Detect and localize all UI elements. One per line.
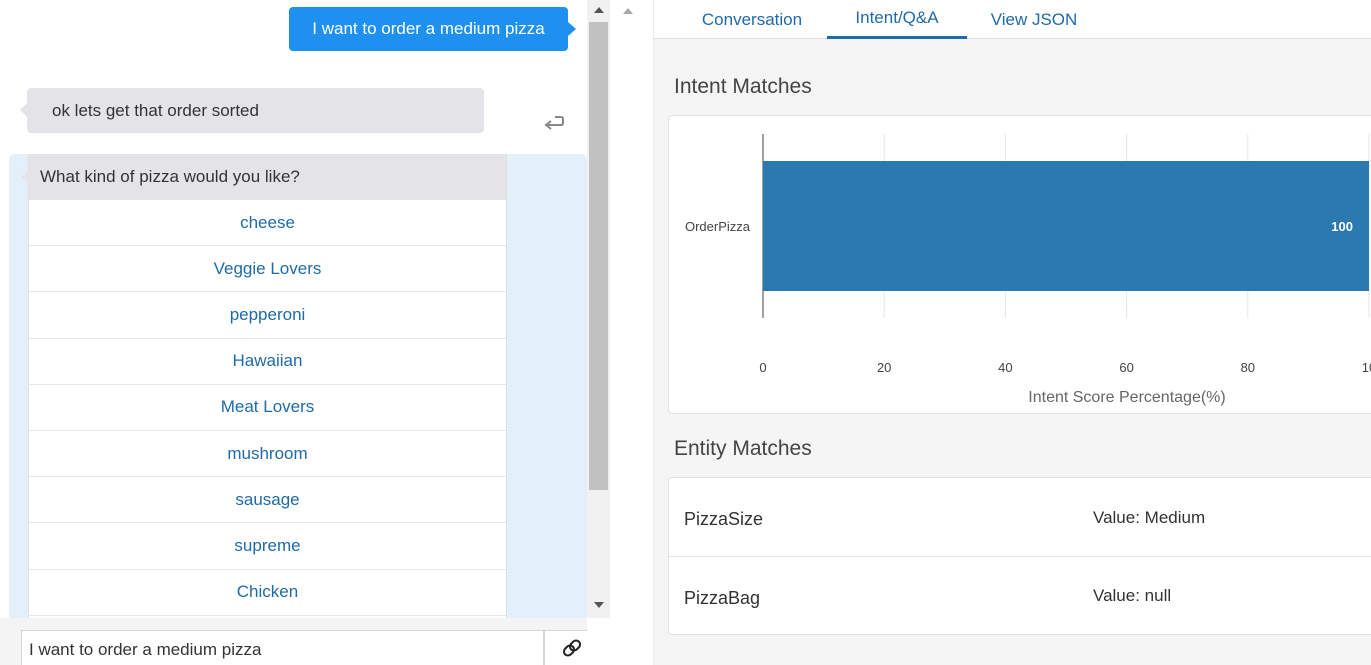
x-tick-label: 80 [1241, 360, 1255, 375]
x-tick-label: 60 [1119, 360, 1133, 375]
intent-matches-title: Intent Matches [674, 75, 812, 98]
entity-name: PizzaBag [684, 588, 761, 608]
arrow-down-icon[interactable] [587, 596, 610, 614]
link-icon [561, 637, 583, 664]
app-root: I want to order a medium pizza ok lets g… [0, 0, 1371, 665]
choice-item-sausage[interactable]: sausage [29, 477, 506, 524]
chat-input[interactable]: I want to order a medium pizza [21, 630, 544, 665]
x-tick-label: 40 [998, 360, 1012, 375]
data-label: 100 [1331, 219, 1353, 234]
choice-message-block: What kind of pizza would you like? chees… [9, 154, 587, 624]
choice-item-supreme[interactable]: supreme [29, 523, 506, 570]
choice-item-pepperoni[interactable]: pepperoni [29, 292, 506, 339]
tab-view-json[interactable]: View JSON [984, 0, 1084, 39]
x-axis-label: Intent Score Percentage(%) [1028, 389, 1225, 406]
bar [763, 161, 1369, 291]
entity-matches-title: Entity Matches [674, 437, 812, 460]
choice-item-hawaiian[interactable]: Hawaiian [29, 339, 506, 385]
entity-value: Value: Medium [1093, 508, 1206, 527]
tab-intent-qa[interactable]: Intent/Q&A [827, 0, 967, 39]
entity-value: Value: null [1093, 586, 1172, 605]
user-message-bubble: I want to order a medium pizza [289, 7, 568, 51]
user-message: I want to order a medium pizza [289, 7, 576, 51]
intent-pane: Conversation Intent/Q&A View JSON Intent… [653, 0, 1371, 665]
choice-item-mushroom[interactable]: mushroom [29, 431, 506, 478]
bot-message: ok lets get that order sorted [20, 88, 484, 133]
pane-divider [610, 0, 653, 665]
intent-chart-card: 0 20 40 60 80 10 OrderPizza 100 Intent Score Per… [668, 115, 1371, 414]
choice-item-chicken[interactable]: Chicken [29, 570, 506, 616]
choice-bubble-tail [21, 170, 29, 184]
x-tick-label: 10 [1362, 360, 1371, 375]
choice-question: What kind of pizza would you like? [29, 154, 506, 200]
x-tick-label: 20 [877, 360, 891, 375]
choice-item-veggie-lovers[interactable]: Veggie Lovers [29, 246, 506, 293]
arrow-up-icon[interactable] [618, 2, 638, 18]
tab-conversation[interactable]: Conversation [692, 0, 812, 39]
choice-item-cheese[interactable]: cheese [29, 200, 506, 247]
chat-input-row: I want to order a medium pizza [0, 618, 587, 665]
chat-pane: I want to order a medium pizza ok lets g… [0, 0, 587, 665]
bot-bubble-tail [20, 103, 27, 117]
entity-row: PizzaSize Value: Medium [669, 478, 1371, 557]
attach-link-button[interactable] [544, 630, 587, 665]
tab-bar: Conversation Intent/Q&A View JSON [654, 0, 1371, 39]
reply-arrow-icon[interactable] [541, 110, 567, 136]
intent-bar-chart: 0 20 40 60 80 10 OrderPizza 100 Intent Score Per… [685, 134, 1371, 406]
x-tick-label: 0 [759, 360, 766, 375]
arrow-up-icon[interactable] [587, 0, 610, 18]
category-label: OrderPizza [685, 219, 751, 234]
entity-card: PizzaSize Value: Medium PizzaBag Value: … [668, 477, 1371, 635]
entity-row: PizzaBag Value: null [669, 557, 1371, 634]
choice-card: What kind of pizza would you like? chees… [21, 154, 507, 624]
bot-message-bubble: ok lets get that order sorted [27, 88, 484, 133]
scrollbar-thumb[interactable] [589, 22, 608, 490]
entity-name: PizzaSize [684, 509, 764, 529]
chat-scrollbar[interactable] [587, 0, 610, 618]
user-bubble-tail [568, 22, 576, 36]
choice-item-meat-lovers[interactable]: Meat Lovers [29, 385, 506, 431]
